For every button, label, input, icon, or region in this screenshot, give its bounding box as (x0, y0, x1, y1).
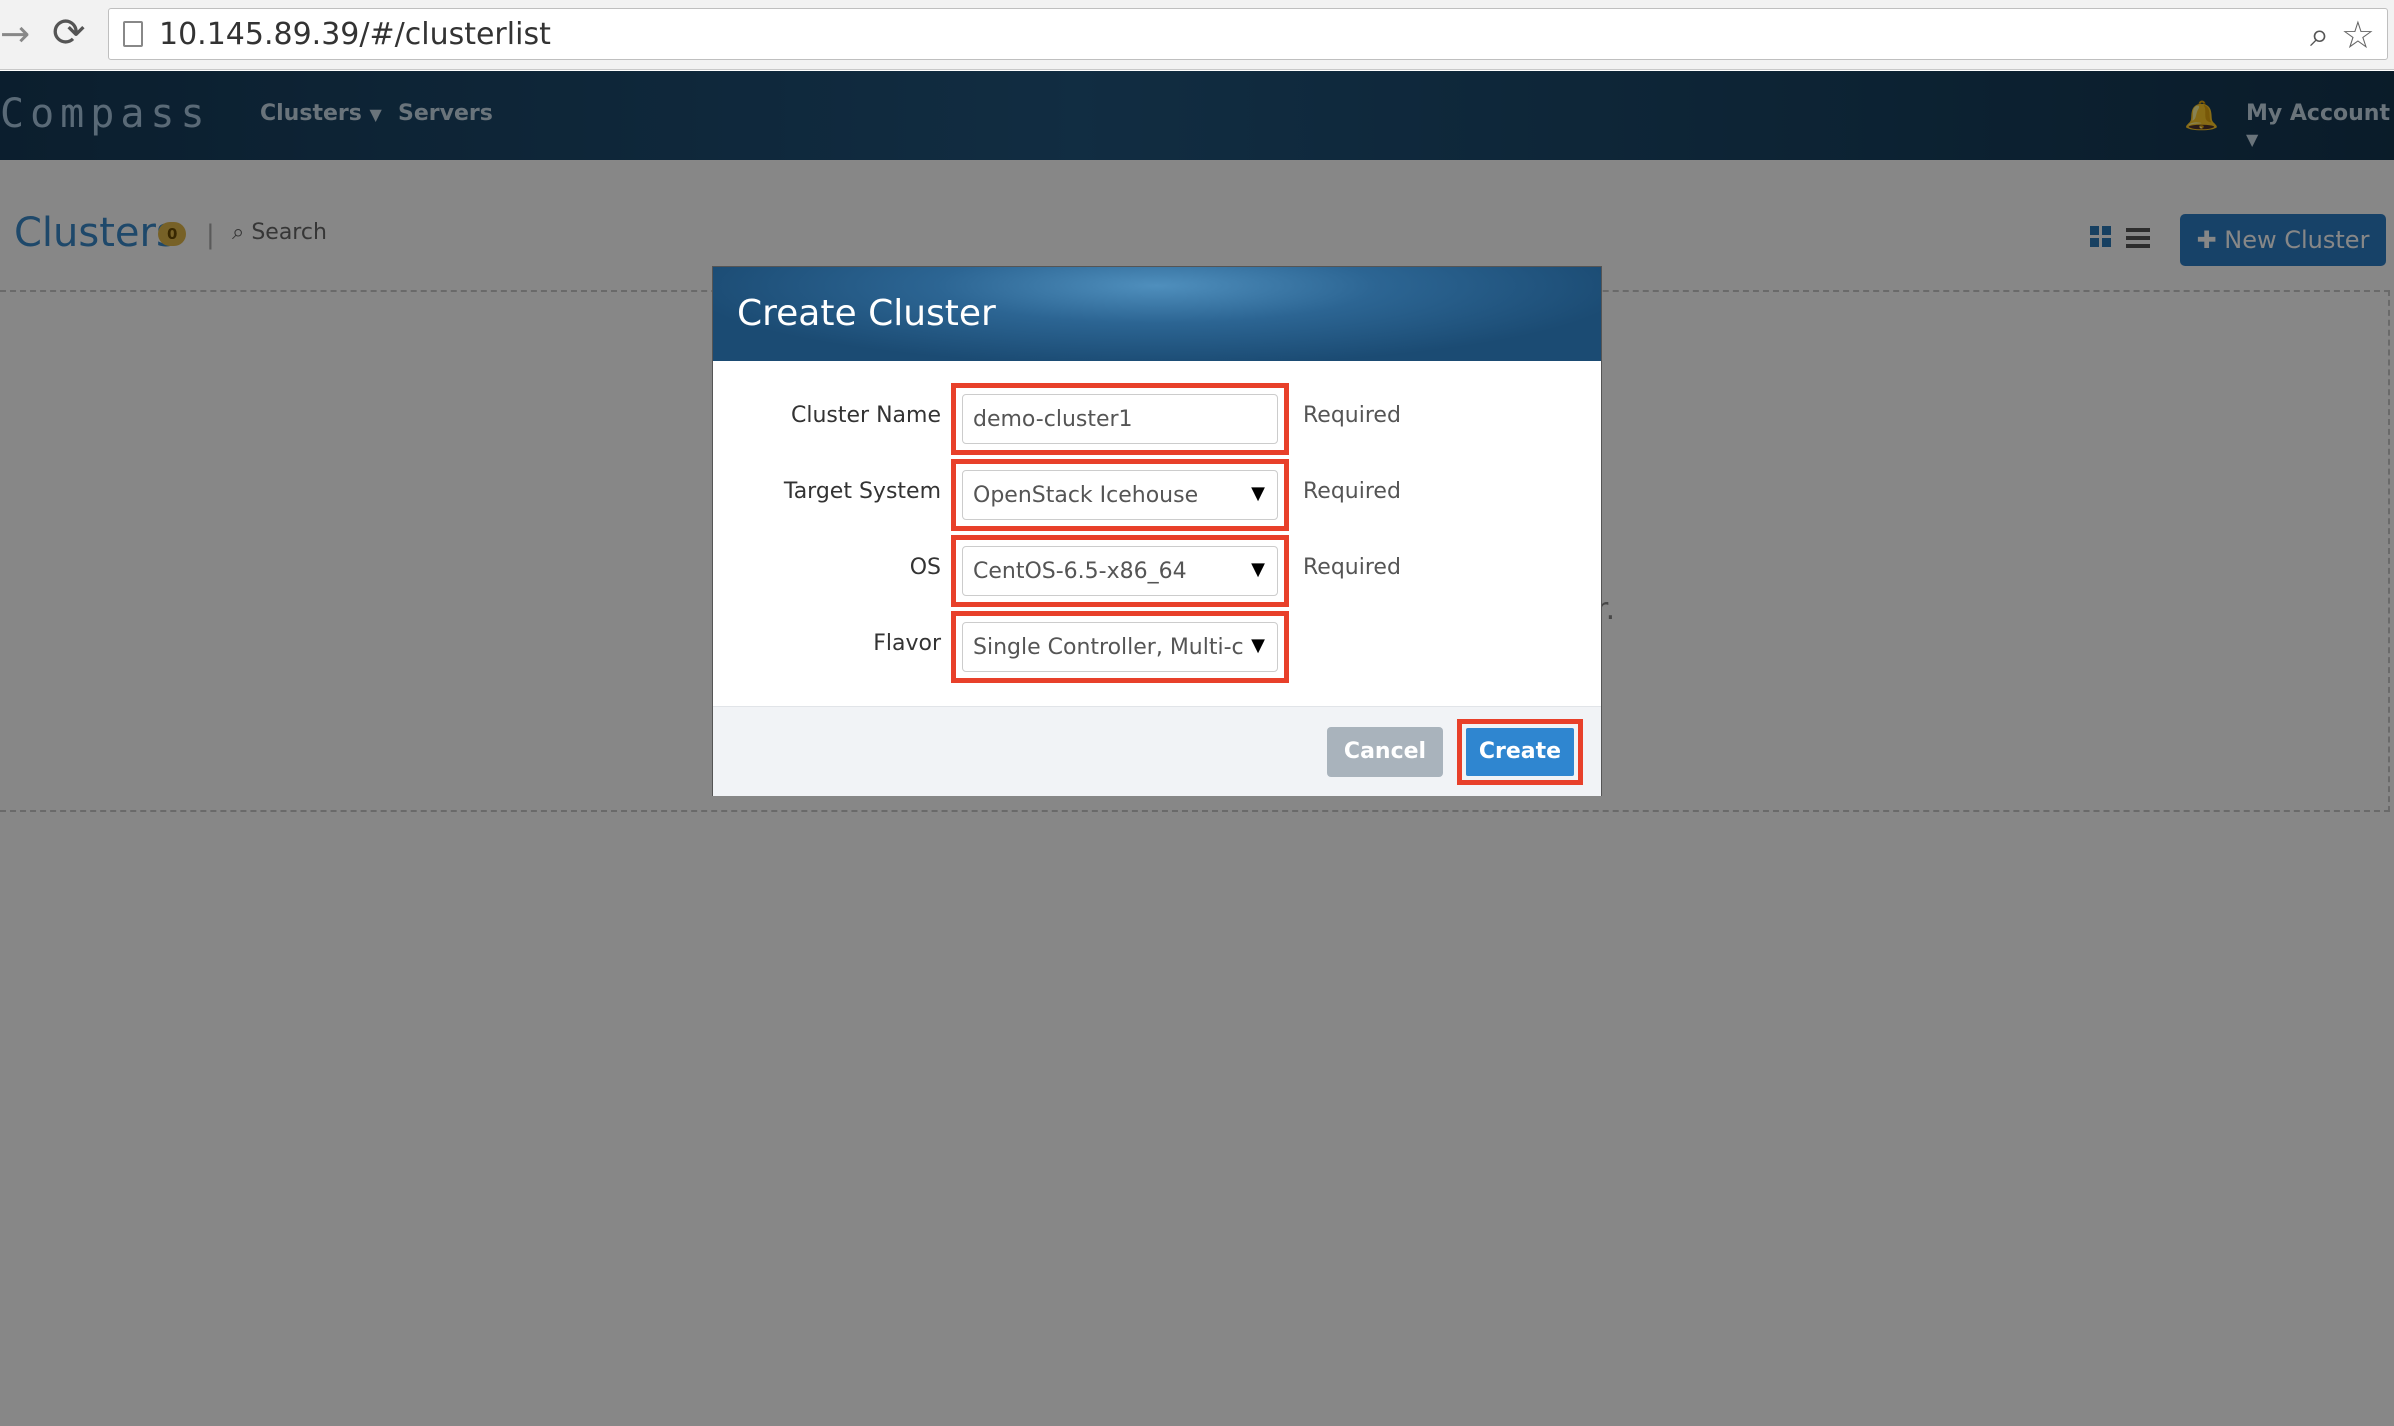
create-button-highlight: Create (1457, 719, 1583, 785)
os-select[interactable]: CentOS-6.5-x86_64 ▼ (962, 546, 1278, 596)
create-button[interactable]: Create (1466, 728, 1574, 776)
cluster-name-label: Cluster Name (791, 403, 941, 428)
target-system-value: OpenStack Icehouse (973, 483, 1199, 508)
dropdown-caret-icon: ▼ (1251, 483, 1265, 504)
flavor-select[interactable]: Single Controller, Multi-c ▼ (962, 622, 1278, 672)
cluster-name-input[interactable]: demo-cluster1 (962, 394, 1278, 444)
address-bar[interactable]: 10.145.89.39/#/clusterlist ⌕ ☆ (108, 8, 2388, 60)
bookmark-star-icon[interactable]: ☆ (2341, 13, 2375, 57)
flavor-value: Single Controller, Multi-c (973, 635, 1244, 660)
target-system-select[interactable]: OpenStack Icehouse ▼ (962, 470, 1278, 520)
target-system-required: Required (1303, 479, 1401, 504)
reload-icon[interactable]: ⟳ (52, 10, 86, 56)
modal-header: Create Cluster (713, 267, 1601, 361)
url-text[interactable]: 10.145.89.39/#/clusterlist (159, 17, 551, 52)
os-value: CentOS-6.5-x86_64 (973, 559, 1187, 584)
zoom-icon[interactable]: ⌕ (2310, 15, 2329, 55)
dropdown-caret-icon: ▼ (1251, 635, 1265, 656)
target-system-highlight: OpenStack Icehouse ▼ (951, 459, 1289, 531)
os-label: OS (909, 555, 941, 580)
back-arrow-icon[interactable]: → (0, 14, 30, 55)
flavor-highlight: Single Controller, Multi-c ▼ (951, 611, 1289, 683)
modal-body: Cluster Name demo-cluster1 Required Targ… (713, 361, 1601, 706)
dropdown-caret-icon: ▼ (1251, 559, 1265, 580)
os-highlight: CentOS-6.5-x86_64 ▼ (951, 535, 1289, 607)
modal-title: Create Cluster (737, 293, 996, 334)
browser-toolbar: → ⟳ 10.145.89.39/#/clusterlist ⌕ ☆ (0, 0, 2394, 70)
os-required: Required (1303, 555, 1401, 580)
cancel-button[interactable]: Cancel (1327, 727, 1443, 777)
page-icon (123, 21, 143, 47)
flavor-label: Flavor (873, 631, 941, 656)
cluster-name-required: Required (1303, 403, 1401, 428)
create-cluster-modal: Create Cluster Cluster Name demo-cluster… (712, 266, 1602, 796)
target-system-label: Target System (783, 479, 941, 504)
cluster-name-highlight: demo-cluster1 (951, 383, 1289, 455)
modal-footer: Cancel Create (713, 706, 1601, 796)
